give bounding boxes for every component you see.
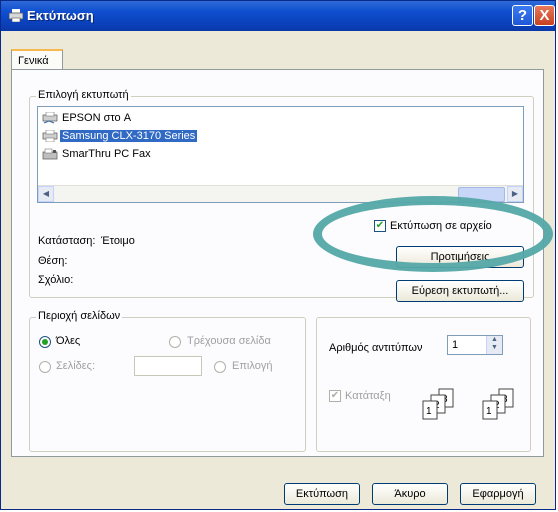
network-printer-icon	[42, 112, 58, 124]
print-to-file-checkbox[interactable]: ✔	[374, 220, 386, 232]
help-button[interactable]: ?	[512, 5, 533, 26]
printer-icon	[42, 130, 58, 143]
horizontal-scrollbar[interactable]: ◀ ▶	[38, 185, 523, 202]
copies-count-input[interactable]: 1 ▲ ▼	[447, 335, 503, 355]
printer-selection-legend: Επιλογή εκτυπωτή	[36, 89, 131, 101]
print-dialog: Εκτύπωση ? X Γενικά Επιλογή εκτυπωτή EPS…	[0, 0, 556, 510]
fax-icon	[42, 148, 58, 160]
preferences-button[interactable]: Προτιμήσεις	[396, 246, 524, 268]
current-page-radio[interactable]	[169, 336, 181, 348]
status-value: Έτοιμο	[101, 235, 135, 247]
collate-checkbox[interactable]: ✔	[329, 390, 341, 402]
scroll-right-icon[interactable]: ▶	[507, 186, 523, 202]
svg-text:1: 1	[486, 406, 492, 417]
list-item-samsung[interactable]: Samsung CLX-3170 Series	[42, 130, 198, 146]
selection-label[interactable]: Επιλογή	[232, 360, 272, 372]
apply-button[interactable]: Εφαρμογή	[460, 483, 536, 505]
tab-general[interactable]: Γενικά	[11, 49, 63, 71]
close-button[interactable]: X	[534, 5, 555, 26]
printer-name: EPSON στο A	[62, 112, 132, 125]
printer-icon	[9, 9, 23, 22]
all-pages-radio[interactable]	[39, 336, 51, 348]
cancel-button[interactable]: Άκυρο	[372, 483, 448, 505]
title-bar[interactable]: Εκτύπωση ? X	[1, 1, 555, 31]
pages-radio[interactable]	[39, 361, 51, 373]
collate-label[interactable]: Κατάταξη	[345, 390, 391, 402]
printer-name: Samsung CLX-3170 Series	[60, 130, 198, 143]
page-range-legend: Περιοχή σελίδων	[36, 310, 123, 322]
scroll-thumb[interactable]	[458, 187, 505, 202]
location-label: Θέση:	[38, 255, 68, 267]
current-page-label[interactable]: Τρέχουσα σελίδα	[187, 335, 271, 347]
scroll-left-icon[interactable]: ◀	[38, 186, 54, 202]
printer-list[interactable]: EPSON στο A Samsung CLX-3170 Series Smar…	[37, 106, 524, 203]
pages-label[interactable]: Σελίδες:	[56, 360, 95, 372]
copies-count-value: 1	[452, 339, 459, 351]
all-pages-label[interactable]: Όλες	[56, 335, 80, 347]
selection-radio[interactable]	[214, 361, 226, 373]
print-button[interactable]: Εκτύπωση	[284, 483, 360, 505]
window-title: Εκτύπωση	[27, 8, 94, 23]
svg-text:1: 1	[426, 406, 432, 417]
printer-name: SmarThru PC Fax	[62, 148, 151, 161]
list-item-epson[interactable]: EPSON στο A	[42, 112, 133, 128]
comment-label: Σχόλιο:	[38, 274, 74, 286]
print-to-file-label[interactable]: Εκτύπωση σε αρχείο	[390, 220, 492, 232]
list-item-smarthru-fax[interactable]: SmarThru PC Fax	[42, 148, 153, 164]
find-printer-button[interactable]: Εύρεση εκτυπωτή...	[396, 280, 524, 302]
collate-pages-icon: 3 2 1 3 2 1	[422, 388, 514, 420]
copies-count-label: Αριθμός αντιτύπων	[329, 342, 423, 354]
copies-spinner-icon[interactable]: ▲ ▼	[486, 336, 502, 354]
pages-input[interactable]	[134, 356, 202, 376]
status-label: Κατάσταση:	[38, 235, 96, 247]
